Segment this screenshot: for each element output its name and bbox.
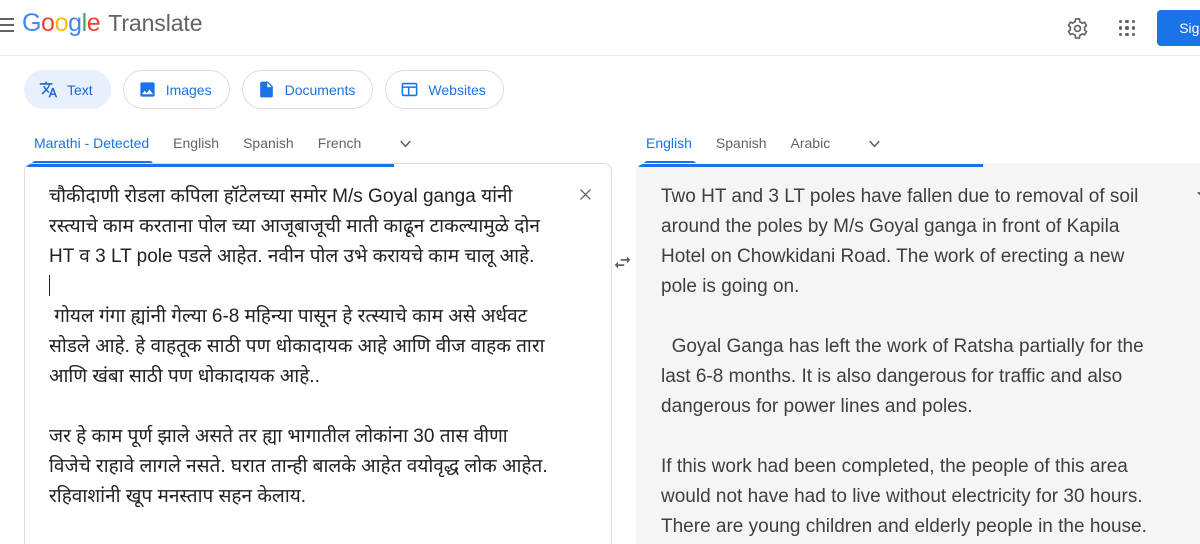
image-icon [138, 80, 157, 99]
close-icon[interactable] [569, 178, 601, 210]
translation-mode-tabs: Text Images Documents Websites [0, 56, 1200, 123]
google-wordmark: Google [22, 9, 101, 38]
gear-icon[interactable] [1057, 8, 1097, 48]
hamburger-line [0, 30, 14, 32]
source-text-input[interactable]: चौकीदाणी रोडला कपिला हॉटेलच्या समोर M/s … [49, 182, 587, 544]
product-name: Translate [108, 10, 203, 36]
source-panel-body: चौकीदाणी रोडला कपिला हॉटेलच्या समोर M/s … [25, 164, 611, 544]
logo-letter: G [22, 9, 42, 37]
tab-text[interactable]: Text [24, 70, 111, 109]
target-text-output: Two HT and 3 LT poles have fallen due to… [661, 186, 1147, 537]
source-language-row: Marathi - Detected English Spanish Frenc… [24, 123, 612, 164]
source-text-part-2: गोयल गंगा ह्यांनी गेल्या 6-8 महिन्या पास… [49, 306, 548, 507]
app-header: Google Translate Sign in [0, 0, 1200, 56]
source-text-part-1: चौकीदाणी रोडला कपिला हॉटेलच्या समोर M/s … [49, 186, 540, 267]
source-lang-french[interactable]: French [306, 123, 374, 163]
brand-logo[interactable]: Google Translate [22, 9, 202, 38]
logo-letter: e [86, 9, 101, 37]
tab-documents-label: Documents [284, 81, 356, 98]
target-panel-body: Two HT and 3 LT poles have fallen due to… [637, 164, 1200, 544]
source-panel: चौकीदाणी रोडला कपिला हॉटेलच्या समोर M/s … [24, 163, 612, 544]
tab-documents[interactable]: Documents [241, 70, 374, 109]
source-lang-english[interactable]: English [161, 123, 231, 163]
apps-grid-icon[interactable] [1107, 8, 1147, 48]
target-language-row: English Spanish Arabic [636, 123, 1200, 164]
source-lang-detected[interactable]: Marathi - Detected [24, 123, 161, 164]
target-column: English Spanish Arabic Two HT and 3 LT p… [636, 123, 1200, 544]
target-lang-arabic[interactable]: Arabic [779, 123, 843, 163]
tab-images[interactable]: Images [122, 70, 230, 109]
logo-letter: g [68, 9, 82, 37]
target-lang-english[interactable]: English [636, 123, 704, 164]
source-column: Marathi - Detected English Spanish Frenc… [24, 123, 612, 544]
tab-websites-label: Websites [428, 81, 486, 98]
header-actions: Sign in [1057, 0, 1200, 56]
logo-letter: o [41, 9, 55, 37]
sign-in-button[interactable]: Sign in [1157, 10, 1200, 46]
tab-websites[interactable]: Websites [385, 70, 504, 109]
swap-languages-icon[interactable] [600, 240, 644, 284]
target-lang-spanish[interactable]: Spanish [704, 123, 779, 163]
document-icon [257, 80, 276, 99]
hamburger-line [0, 18, 14, 20]
website-icon [400, 80, 419, 99]
source-lang-spanish[interactable]: Spanish [231, 123, 306, 163]
hamburger-menu-icon[interactable] [0, 13, 21, 37]
text-caret [49, 275, 50, 296]
target-chevron-down-icon[interactable] [854, 123, 894, 163]
translate-icon [39, 80, 58, 99]
hamburger-line [0, 24, 14, 26]
target-panel: Two HT and 3 LT poles have fallen due to… [636, 163, 1200, 544]
tab-text-label: Text [67, 81, 93, 98]
logo-letter: o [54, 9, 69, 37]
tab-images-label: Images [165, 81, 212, 98]
translation-workspace: Marathi - Detected English Spanish Frenc… [0, 123, 1200, 544]
source-chevron-down-icon[interactable] [385, 123, 425, 163]
